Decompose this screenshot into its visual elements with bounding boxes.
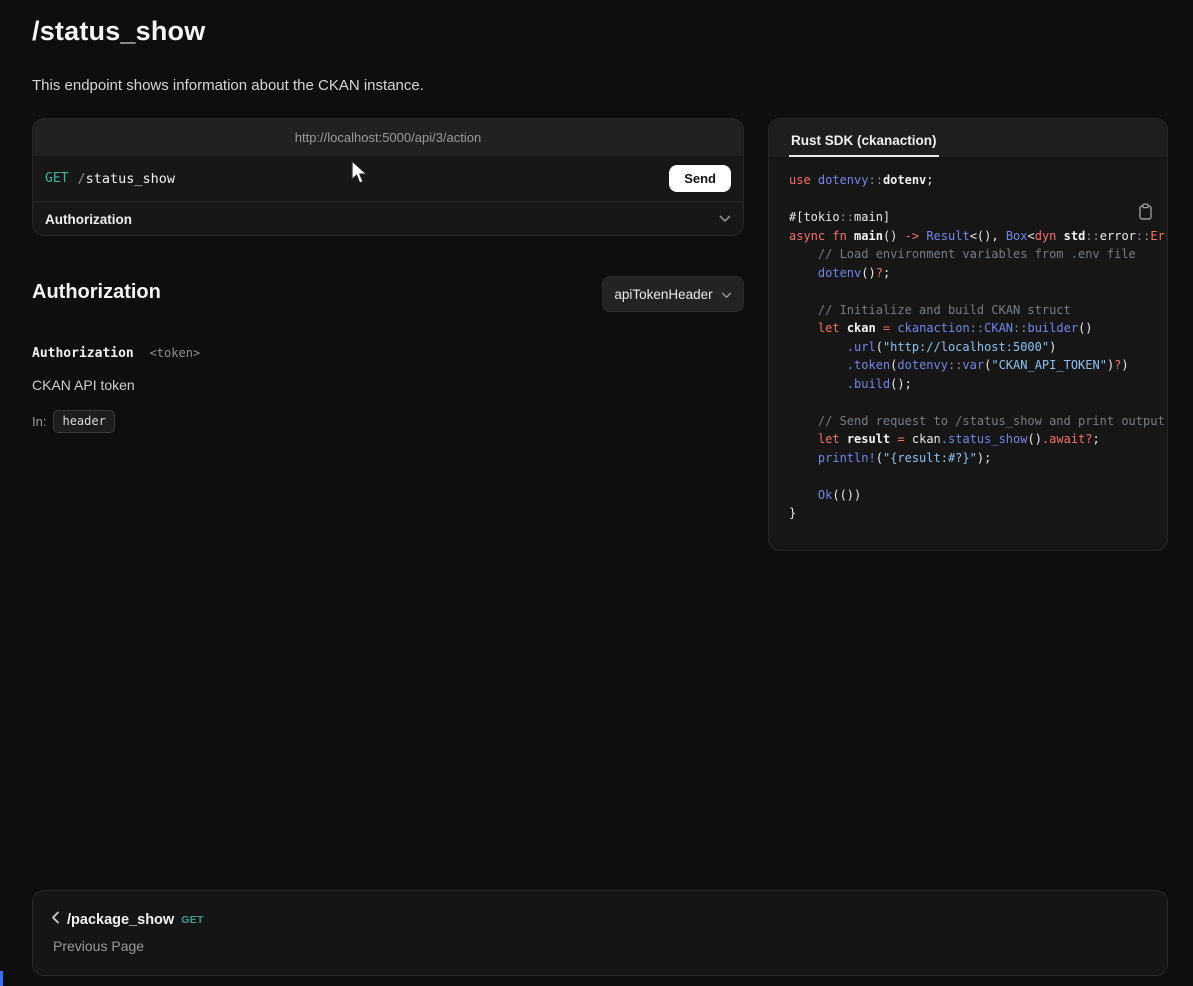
code-line [789,393,1167,412]
request-row: GET / status_show Send [33,156,743,201]
auth-param-description: CKAN API token [32,377,135,393]
auth-in-label: In: [32,414,46,429]
endpoint-path: status_show [86,171,175,187]
code-line: async fn main() -> Result<(), Box<dyn st… [789,227,1167,246]
code-line: .token(dotenvy::var("CKAN_API_TOKEN")?) [789,356,1167,375]
previous-page-label: Previous Page [53,938,1149,954]
authorization-heading: Authorization [32,281,161,304]
page-title: /status_show [32,16,205,47]
previous-page-link[interactable]: /package_show GET Previous Page [32,890,1168,976]
code-example-panel: Rust SDK (ckanaction) use dotenvy::doten… [768,118,1168,551]
code-line: } [789,504,1167,523]
code-line: let result = ckan.status_show().await?; [789,430,1167,449]
chevron-left-icon [51,911,60,929]
auth-scheme-select[interactable]: apiTokenHeader [602,276,744,312]
code-line: let ckan = ckanaction::CKAN::builder() [789,319,1167,338]
chevron-down-icon [719,215,731,223]
code-line: use dotenvy::dotenv; [789,171,1167,190]
auth-in-value-badge: header [53,410,114,433]
send-button[interactable]: Send [669,165,731,192]
page-description: This endpoint shows information about th… [32,77,424,94]
code-line: #[tokio::main] [789,208,1167,227]
request-card: http://localhost:5000/api/3/action GET /… [32,118,744,236]
auth-param-row: Authorization <token> [32,346,200,361]
authorization-accordion-label: Authorization [45,212,132,227]
authorization-accordion[interactable]: Authorization [33,202,743,236]
tab-rust-sdk[interactable]: Rust SDK (ckanaction) [789,124,939,157]
auth-scheme-selected-value: apiTokenHeader [614,287,712,302]
endpoint-path-slash: / [77,171,85,187]
code-line: .build(); [789,375,1167,394]
auth-param-name: Authorization [32,346,134,361]
code-panel-header: Rust SDK (ckanaction) [769,119,1167,157]
previous-page-path: /package_show [67,912,174,928]
code-line: // Load environment variables from .env … [789,245,1167,264]
code-line [789,282,1167,301]
http-method-badge: GET [45,171,68,186]
code-line: // Send request to /status_show and prin… [789,412,1167,431]
chevron-down-icon [721,287,732,302]
previous-page-method-badge: GET [181,914,204,926]
code-line: // Initialize and build CKAN struct [789,301,1167,320]
code-line: .url("http://localhost:5000") [789,338,1167,357]
copy-icon[interactable] [1138,203,1153,223]
code-line: Ok(()) [789,486,1167,505]
bottom-left-accent-bar [0,971,3,986]
auth-in-row: In: header [32,410,115,433]
auth-param-type: <token> [150,346,201,360]
previous-page-endpoint: /package_show GET [51,911,1149,929]
address-bar[interactable]: http://localhost:5000/api/3/action [33,119,743,156]
code-line: dotenv()?; [789,264,1167,283]
code-block: use dotenvy::dotenv; #[tokio::main]async… [769,157,1167,551]
code-line [789,190,1167,209]
code-line [789,467,1167,486]
code-line: println!("{result:#?}"); [789,449,1167,468]
